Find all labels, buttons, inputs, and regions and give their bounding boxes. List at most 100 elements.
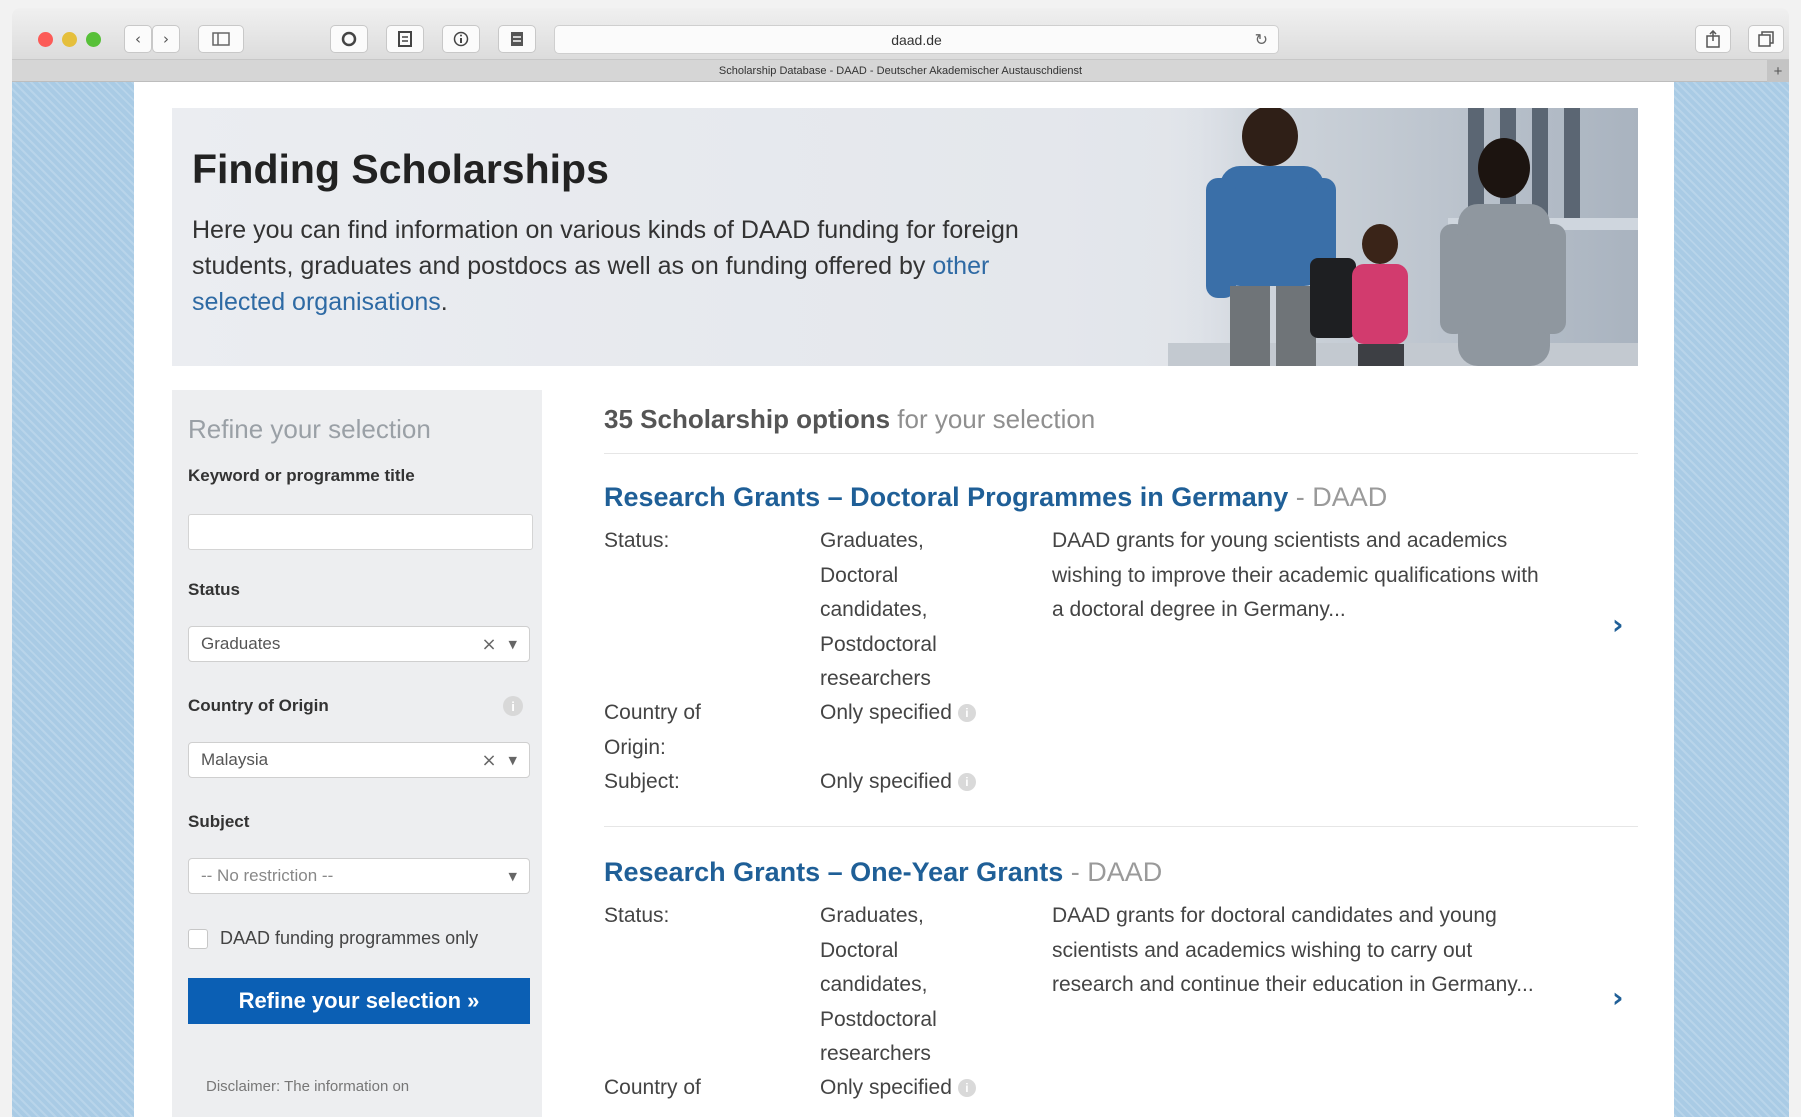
address-bar[interactable]: daad.de ↻ [554, 25, 1279, 54]
status-value: Graduates [201, 634, 281, 653]
status-line: Graduates, [820, 904, 924, 927]
result-org: - DAAD [1063, 857, 1163, 887]
hero-suffix: . [440, 288, 448, 316]
result-description: DAAD grants for young scientists and aca… [1052, 529, 1539, 621]
country-label: Country of Origin [188, 696, 329, 715]
keyword-input[interactable] [188, 514, 533, 550]
result-heading: Research Grants – One-Year Grants - DAAD [604, 857, 1638, 888]
chevron-right-icon: › [163, 30, 169, 48]
status-line: Postdoctoral [820, 632, 937, 656]
minimize-window-button[interactable] [62, 32, 77, 47]
result-item: Research Grants – One-Year Grants - DAAD… [604, 857, 1638, 1117]
page-title: Finding Scholarships [192, 146, 609, 192]
subject-value: -- No restriction -- [201, 866, 334, 885]
status-line: candidates, [820, 973, 928, 996]
result-org: - DAAD [1288, 482, 1388, 512]
circle-icon [341, 31, 357, 47]
refine-selection-button[interactable]: Refine your selection » [188, 978, 530, 1024]
country-field-value: Only specified i [820, 696, 976, 731]
subject-value-text: Only specified [820, 770, 952, 793]
page-viewport: Finding Scholarships Here you can find i… [12, 82, 1789, 1117]
hero-banner: Finding Scholarships Here you can find i… [172, 108, 1638, 366]
extension-button-1[interactable] [330, 25, 368, 53]
results-count-number: 35 Scholarship options [604, 404, 891, 434]
chevron-down-icon: ▼ [508, 637, 517, 651]
tabs-overview-button[interactable] [1748, 25, 1784, 53]
status-field-label: Status: [604, 904, 670, 927]
status-line: candidates, [820, 598, 928, 621]
country-label-line: Origin: [604, 735, 666, 759]
clear-status-icon[interactable]: × [481, 634, 496, 655]
daad-only-checkbox[interactable]: DAAD funding programmes only [188, 928, 478, 949]
info-icon [453, 31, 469, 47]
refine-sidebar: Refine your selection Keyword or program… [172, 390, 542, 1117]
share-button[interactable] [1695, 25, 1731, 53]
status-field-value: Graduates, Doctoral candidates, Postdoct… [820, 899, 937, 1072]
zoom-window-button[interactable] [86, 32, 101, 47]
document-icon [398, 31, 412, 47]
chevron-down-icon: ▼ [508, 869, 517, 883]
result-divider [604, 826, 1638, 827]
result-title-link[interactable]: Research Grants – Doctoral Programmes in… [604, 482, 1288, 512]
share-icon [1706, 30, 1720, 48]
extension-button-3[interactable] [442, 25, 480, 53]
page-content: Finding Scholarships Here you can find i… [134, 82, 1674, 1117]
country-field-value: Only specified i [820, 1071, 976, 1106]
country-info-icon[interactable]: i [503, 696, 523, 716]
extension-button-2[interactable] [386, 25, 424, 53]
country-field-label: Country of Origin: [604, 696, 701, 765]
chevron-left-icon: ‹ [135, 30, 141, 48]
result-heading: Research Grants – Doctoral Programmes in… [604, 482, 1638, 513]
status-select[interactable]: Graduates × ▼ [188, 626, 530, 662]
hero-text: Here you can find information on various… [192, 212, 1072, 320]
reader-icon [511, 32, 523, 46]
status-line: researchers [820, 667, 931, 690]
tab-title[interactable]: Scholarship Database - DAAD - Deutscher … [719, 65, 1082, 77]
tab-bar: Scholarship Database - DAAD - Deutscher … [12, 60, 1789, 82]
keyword-label: Keyword or programme title [188, 466, 415, 485]
extension-button-4[interactable] [498, 25, 536, 53]
info-icon[interactable]: i [957, 704, 976, 723]
subject-field-label: Subject: [604, 770, 680, 793]
info-icon[interactable]: i [957, 1079, 976, 1098]
result-description: DAAD grants for doctoral candidates and … [1052, 904, 1534, 996]
results-count-suffix: for your selection [890, 404, 1096, 434]
country-value: Malaysia [201, 750, 269, 769]
chevron-right-icon[interactable]: › [1612, 608, 1624, 641]
status-label: Status [188, 580, 240, 599]
chevron-right-icon[interactable]: › [1612, 981, 1624, 1014]
disclaimer-text: Disclaimer: The information on [206, 1078, 410, 1095]
result-title-link[interactable]: Research Grants – One-Year Grants [604, 857, 1063, 887]
status-line: Graduates, [820, 529, 924, 552]
clear-country-icon[interactable]: × [481, 750, 496, 771]
sidebar-icon [212, 32, 230, 46]
results-count: 35 Scholarship options for your selectio… [604, 404, 1638, 454]
daad-only-label: DAAD funding programmes only [220, 928, 479, 948]
status-line: Doctoral [820, 563, 899, 587]
browser-toolbar: ‹ › daad.de ↻ [12, 8, 1789, 60]
tabs-icon [1758, 31, 1774, 47]
country-select[interactable]: Malaysia × ▼ [188, 742, 530, 778]
country-value-text: Only specified [820, 701, 952, 724]
country-value-text: Only specified [820, 1076, 952, 1099]
subject-field-value: Only specified i [820, 765, 976, 800]
url-text: daad.de [891, 31, 942, 48]
status-field-label: Status: [604, 529, 670, 552]
close-window-button[interactable] [38, 32, 53, 47]
hero-intro: Here you can find information on various… [192, 216, 1019, 280]
status-line: Doctoral [820, 938, 899, 962]
sidebar-heading: Refine your selection [188, 414, 431, 444]
forward-button[interactable]: › [152, 25, 180, 53]
back-button[interactable]: ‹ [124, 25, 152, 53]
status-line: Postdoctoral [820, 1007, 937, 1031]
status-line: researchers [820, 1042, 931, 1065]
country-label-line: Country of [604, 701, 701, 724]
subject-select[interactable]: -- No restriction -- ▼ [188, 858, 530, 894]
subject-label: Subject [188, 812, 250, 831]
sidebar-toggle-button[interactable] [198, 25, 244, 53]
checkbox-box[interactable] [188, 928, 208, 949]
reload-icon[interactable]: ↻ [1255, 30, 1268, 49]
new-tab-button[interactable]: + [1767, 60, 1789, 82]
students-photo [1168, 108, 1638, 366]
info-icon[interactable]: i [957, 773, 976, 792]
